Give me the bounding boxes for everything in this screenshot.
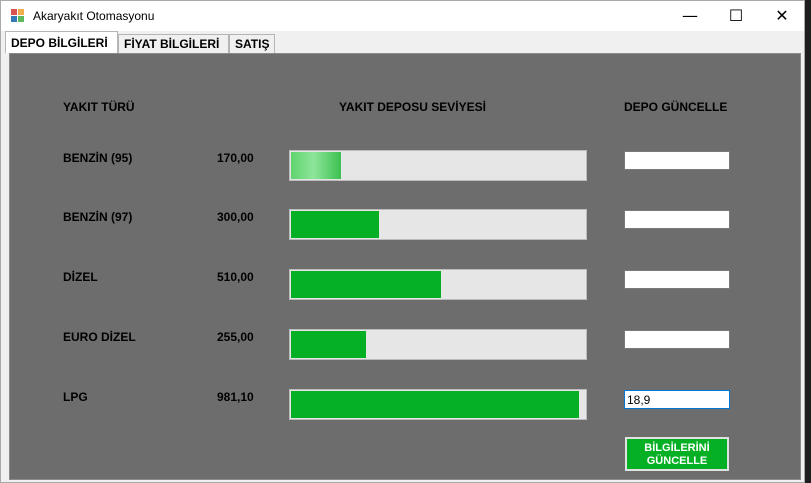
tank-level-fill [291,152,341,179]
update-header: DEPO GÜNCELLE [624,100,728,114]
tank-level-fill [291,391,579,418]
tank-level-bar-benzin-95 [289,150,587,181]
close-button[interactable]: ✕ [759,1,805,31]
maximize-button[interactable]: ☐ [713,1,759,31]
tank-update-input-dizel[interactable] [624,270,730,289]
fuel-amount-euro-dizel: 255,00 [217,330,254,344]
fuel-name-benzin-95: BENZİN (95) [63,151,133,165]
tab-strip: DEPO BİLGİLERİ FİYAT BİLGİLERİ SATIŞ [1,31,804,53]
fuel-amount-benzin-95: 170,00 [217,151,254,165]
fuel-amount-dizel: 510,00 [217,270,254,284]
tank-level-bar-benzin-97 [289,209,587,240]
tank-level-bar-lpg [289,389,587,420]
tank-level-fill [291,211,379,238]
tab-satis[interactable]: SATIŞ [229,34,275,53]
tank-level-fill [291,331,366,358]
tank-update-input-benzin-97[interactable] [624,210,730,229]
title-bar[interactable]: Akaryakıt Otomasyonu — ☐ ✕ [1,1,804,31]
fuel-amount-benzin-97: 300,00 [217,210,254,224]
fuel-name-benzin-97: BENZİN (97) [63,210,133,224]
tank-update-input-euro-dizel[interactable] [624,330,730,349]
fuel-name-lpg: LPG [63,390,88,404]
fuel-amount-lpg: 981,10 [217,390,254,404]
fuel-name-dizel: DİZEL [63,270,98,284]
fuel-name-euro-dizel: EURO DİZEL [63,330,136,344]
tank-level-bar-dizel [289,269,587,300]
tank-level-bar-euro-dizel [289,329,587,360]
tab-fiyat-bilgileri[interactable]: FİYAT BİLGİLERİ [118,34,229,53]
tank-level-fill [291,271,441,298]
app-window: Akaryakıt Otomasyonu — ☐ ✕ DEPO BİLGİLER… [0,0,805,483]
tank-update-input-benzin-95[interactable] [624,151,730,170]
app-icon [11,9,25,23]
update-button-line2: GÜNCELLE [646,455,708,467]
minimize-button[interactable]: — [667,1,713,31]
update-info-button[interactable]: BİLGİLERİNİ GÜNCELLE [625,437,729,471]
update-button-line1: BİLGİLERİNİ [644,442,710,454]
fuel-type-header: YAKIT TÜRÜ [63,100,135,114]
window-title: Akaryakıt Otomasyonu [33,9,155,23]
tank-info-panel: YAKIT TÜRÜ YAKIT DEPOSU SEVİYESİ DEPO GÜ… [9,53,801,480]
tab-depo-bilgileri[interactable]: DEPO BİLGİLERİ [5,31,118,53]
tank-level-header: YAKIT DEPOSU SEVİYESİ [339,100,486,114]
tank-update-input-lpg[interactable] [624,390,730,409]
